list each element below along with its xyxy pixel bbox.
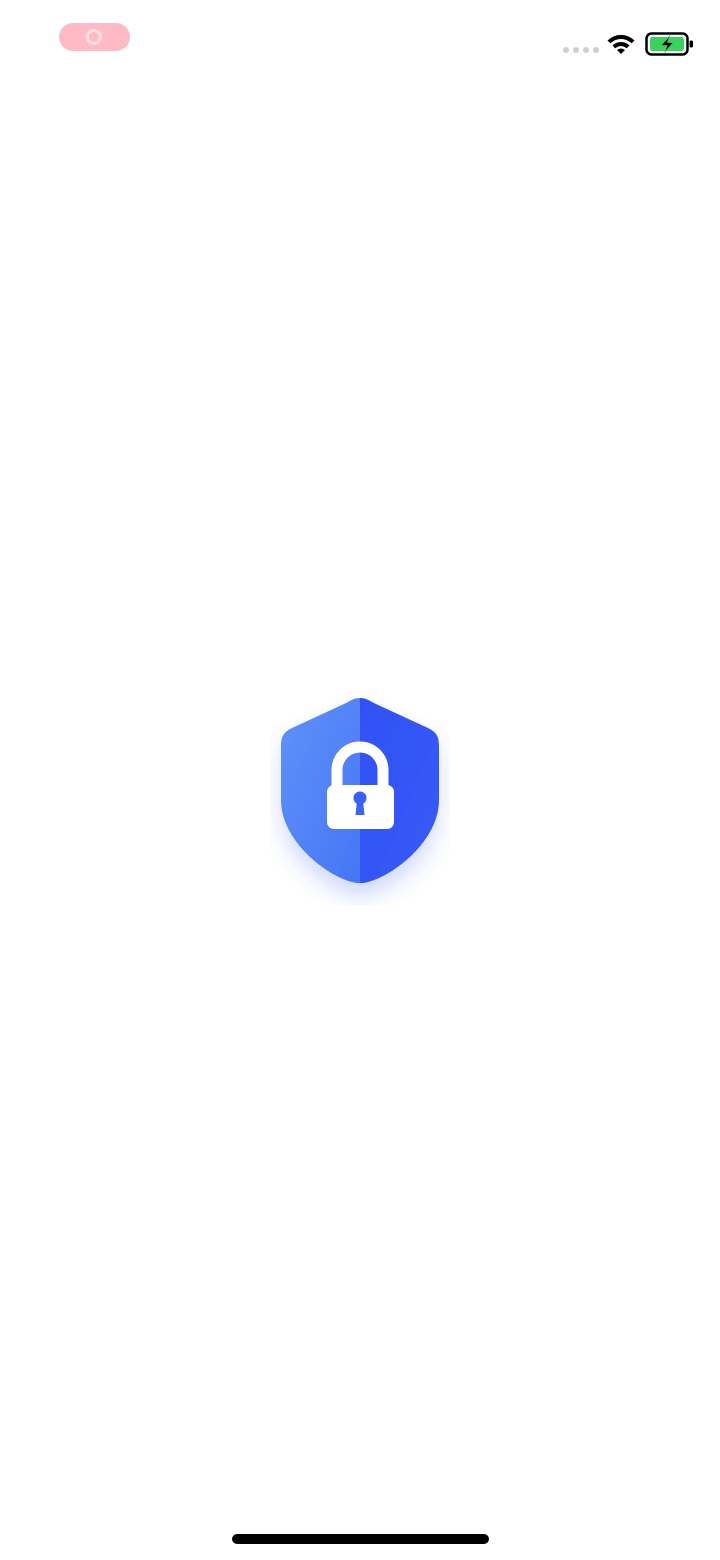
screen-recording-indicator[interactable] bbox=[59, 23, 130, 51]
home-indicator[interactable] bbox=[232, 1534, 489, 1544]
splash-screen bbox=[0, 0, 720, 1560]
screen-recording-icon bbox=[86, 29, 102, 45]
wifi-icon bbox=[607, 34, 635, 54]
status-bar bbox=[0, 0, 720, 80]
shield-lock-icon bbox=[281, 698, 439, 884]
battery-charging-icon bbox=[645, 32, 693, 56]
signal-dots-icon bbox=[563, 47, 599, 55]
